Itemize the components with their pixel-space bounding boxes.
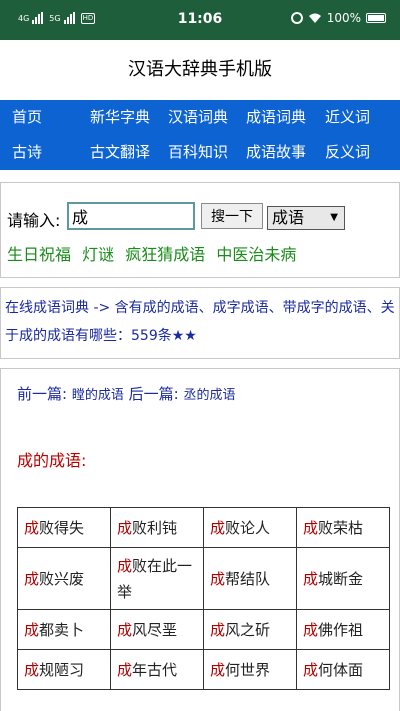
idiom-cell[interactable]: 成规陋习 [17, 649, 111, 690]
dropdown-arrow-icon: ▼ [330, 212, 338, 223]
quick-link-tcm[interactable]: 中医治未病 [216, 245, 296, 264]
status-right: 100% [290, 11, 386, 25]
idiom-table: 成败得失 成败利钝 成败论人 成败荣枯 成败兴废 成败在此一举 成帮结队 成城断… [17, 507, 390, 690]
nav-encyclopedia[interactable]: 百科知识 [168, 135, 228, 170]
breadcrumb-text[interactable]: 在线成语词典 -> 含有成的成语、成字成语、带成字的成语、关于成的成语有哪些：5… [5, 300, 395, 344]
status-bar: 4G 5G HD 11:06 100% [0, 0, 400, 40]
idiom-cell[interactable]: 成风尽垩 [110, 609, 204, 650]
search-type-select[interactable]: 成语 ▼ [267, 206, 345, 230]
quick-link-birthday[interactable]: 生日祝福 [7, 245, 71, 264]
search-type-value: 成语 [272, 208, 305, 227]
nav-idiom-stories[interactable]: 成语故事 [246, 135, 306, 170]
idiom-cell[interactable]: 成帮结队 [203, 547, 297, 610]
idiom-cell[interactable]: 成败利钝 [110, 507, 204, 548]
next-label: 后一篇: [128, 385, 179, 403]
table-row: 成规陋习 成年古代 成何世界 成何体面 [17, 649, 390, 690]
nav-home[interactable]: 首页 [12, 100, 42, 135]
table-row: 成都卖卜 成风尽垩 成风之斫 成佛作祖 [17, 609, 390, 650]
search-label: 请输入: [7, 211, 61, 230]
nav-synonyms[interactable]: 近义词 [325, 100, 370, 135]
nav-chinese-dictionary[interactable]: 汉语词典 [168, 100, 228, 135]
idiom-cell[interactable]: 成何体面 [296, 649, 390, 690]
breadcrumb: 在线成语词典 -> 含有成的成语、成字成语、带成字的成语、关于成的成语有哪些：5… [0, 287, 400, 359]
idiom-cell[interactable]: 成佛作祖 [296, 609, 390, 650]
idiom-cell[interactable]: 成都卖卜 [17, 609, 111, 650]
alarm-icon [290, 12, 303, 24]
search-panel: 请输入: 搜一下 成语 ▼ 生日祝福 灯谜 疯狂猜成语 中医治未病 [0, 182, 400, 278]
quick-links: 生日祝福 灯谜 疯狂猜成语 中医治未病 [7, 241, 302, 265]
prev-next-links: 前一篇: 瞠的成语 后一篇: 丞的成语 [17, 383, 236, 404]
idiom-cell[interactable]: 成败兴废 [17, 547, 111, 610]
prev-label: 前一篇: [17, 385, 68, 403]
nav-ancient-poems[interactable]: 古诗 [12, 135, 42, 170]
nav-xinhua-dictionary[interactable]: 新华字典 [90, 100, 150, 135]
idiom-cell[interactable]: 成何世界 [203, 649, 297, 690]
battery-percent: 100% [326, 11, 361, 25]
idiom-cell[interactable]: 成年古代 [110, 649, 204, 690]
nav-antonyms[interactable]: 反义词 [325, 135, 370, 170]
idiom-cell[interactable]: 成败在此一举 [110, 547, 204, 610]
idiom-content: 前一篇: 瞠的成语 后一篇: 丞的成语 成的成语: 成败得失 成败利钝 成败论人… [0, 368, 400, 711]
next-link[interactable]: 丞的成语 [183, 388, 235, 403]
table-row: 成败得失 成败利钝 成败论人 成败荣枯 [17, 507, 390, 548]
idiom-cell[interactable]: 成败论人 [203, 507, 297, 548]
quick-link-guess-idiom[interactable]: 疯狂猜成语 [125, 245, 205, 264]
nav-classical-translation[interactable]: 古文翻译 [90, 135, 150, 170]
idiom-cell[interactable]: 成败荣枯 [296, 507, 390, 548]
quick-link-riddles[interactable]: 灯谜 [82, 245, 114, 264]
battery-icon [366, 13, 386, 23]
site-title: 汉语大辞典手机版 [128, 59, 272, 80]
table-row: 成败兴废 成败在此一举 成帮结队 成城断金 [17, 547, 390, 610]
prev-link[interactable]: 瞠的成语 [72, 388, 124, 403]
wifi-icon [308, 13, 321, 23]
search-button[interactable]: 搜一下 [201, 203, 263, 229]
idiom-cell[interactable]: 成风之斫 [203, 609, 297, 650]
section-title: 成的成语: [17, 451, 87, 470]
idiom-cell[interactable]: 成败得失 [17, 507, 111, 548]
main-nav: 首页 新华字典 汉语词典 成语词典 近义词 古诗 古文翻译 百科知识 成语故事 … [0, 100, 400, 170]
idiom-cell[interactable]: 成城断金 [296, 547, 390, 610]
search-input[interactable] [67, 202, 195, 230]
nav-idiom-dictionary[interactable]: 成语词典 [246, 100, 306, 135]
